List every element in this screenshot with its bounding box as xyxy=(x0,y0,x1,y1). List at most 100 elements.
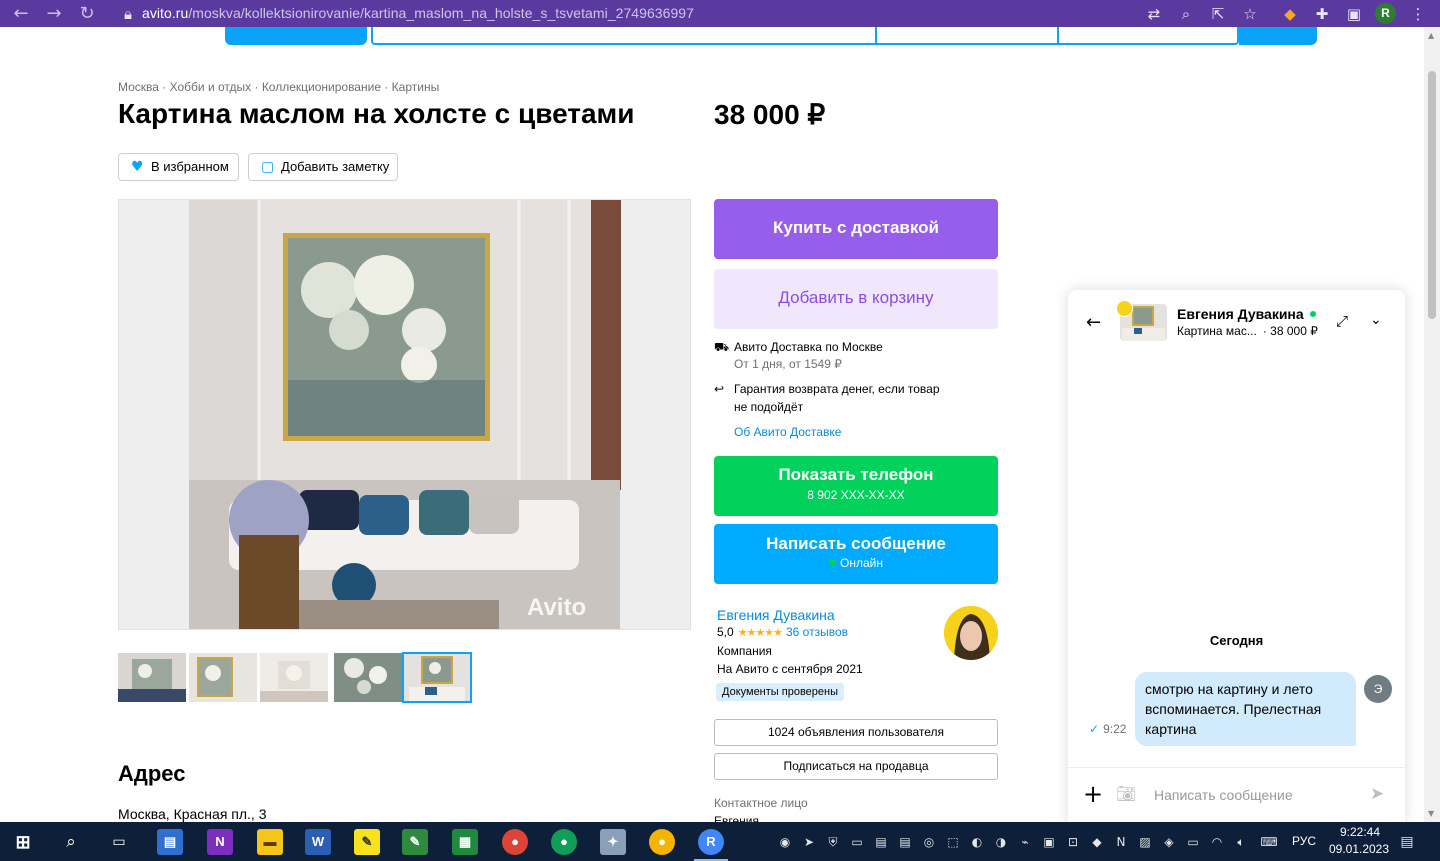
thumbnail[interactable] xyxy=(118,653,186,702)
clock-date[interactable]: 09.01.2023 xyxy=(1328,842,1390,856)
camera-icon[interactable]: 📷︎ xyxy=(1116,784,1136,803)
search-icon[interactable]: ⌕ xyxy=(58,829,84,855)
tray-app-icon[interactable]: ◎ xyxy=(920,833,938,851)
sticky-notes-icon[interactable]: ✎ xyxy=(354,829,380,855)
write-message-button[interactable]: Написать сообщение Онлайн xyxy=(714,524,998,584)
tray-app-icon[interactable]: ◐ xyxy=(968,833,986,851)
chevron-down-icon[interactable]: ⌄ xyxy=(1370,312,1382,328)
tray-usb-icon[interactable]: ⌁ xyxy=(1016,833,1034,851)
add-note-button[interactable]: ▢ Добавить заметку xyxy=(248,153,398,181)
sheets-app-icon[interactable]: ▦ xyxy=(452,829,478,855)
expand-icon[interactable]: ⤢ xyxy=(1336,312,1348,330)
tray-chrome-icon[interactable]: ◉ xyxy=(776,833,794,851)
thumbnail[interactable] xyxy=(334,653,402,702)
bookmark-star-icon[interactable]: ☆ xyxy=(1240,4,1260,24)
lock-icon[interactable]: 🔒︎ xyxy=(118,4,138,24)
tray-notes-icon[interactable]: ▣ xyxy=(1040,833,1058,851)
onenote-app-icon[interactable]: N xyxy=(207,829,233,855)
chrome-active-icon[interactable]: R xyxy=(698,829,724,855)
battery-icon[interactable]: ▭ xyxy=(1184,833,1202,851)
windows-taskbar: ⊞ ⌕ ▭ ▤ N ▬ W ✎ ✎ ▦ ● ● ✦ ● R ◉ ➤ ⛨ ▭ ▤ … xyxy=(0,822,1440,861)
add-to-cart-button[interactable]: Добавить в корзину xyxy=(714,269,998,329)
side-panel-icon[interactable]: ▣ xyxy=(1344,4,1364,24)
tray-telegram-icon[interactable]: ➤ xyxy=(800,833,818,851)
tray-app-icon[interactable]: ◈ xyxy=(1160,833,1178,851)
wifi-icon[interactable]: ◠ xyxy=(1208,833,1226,851)
subscribe-seller-button[interactable]: Подписаться на продавца xyxy=(714,753,998,780)
back-arrow-icon[interactable]: ← xyxy=(1086,312,1101,333)
tray-app-icon[interactable]: ⊡ xyxy=(1064,833,1082,851)
search-divider xyxy=(875,27,877,45)
thumbnail[interactable] xyxy=(260,653,328,702)
scroll-up-icon[interactable]: ▲ xyxy=(1428,31,1434,40)
breadcrumb-item[interactable]: Хобби и отдых xyxy=(170,80,252,94)
zoom-icon[interactable]: ⌕ xyxy=(1176,4,1196,24)
chrome-profile-icon[interactable]: ● xyxy=(551,829,577,855)
word-app-icon[interactable]: W xyxy=(305,829,331,855)
page-scrollbar[interactable]: ▲ ▼ xyxy=(1424,27,1440,822)
seller-listings-button[interactable]: 1024 объявления пользователя xyxy=(714,719,998,746)
tray-app-icon[interactable]: ◑ xyxy=(992,833,1010,851)
breadcrumb-item[interactable]: Москва xyxy=(118,80,159,94)
reload-icon[interactable]: ↻ xyxy=(76,3,98,25)
show-phone-button[interactable]: Показать телефон 8 902 XXX-XX-XX xyxy=(714,456,998,516)
keyboard-icon[interactable]: ⌨ xyxy=(1258,833,1280,851)
favorite-button[interactable]: ♥ В избранном xyxy=(118,153,239,181)
attach-plus-icon[interactable]: + xyxy=(1083,782,1103,806)
message-input[interactable] xyxy=(1154,782,1354,808)
language-indicator[interactable]: РУС xyxy=(1292,834,1316,848)
send-icon[interactable]: ➤ xyxy=(1370,784,1384,804)
documents-verified-badge: Документы проверены xyxy=(716,683,845,701)
thumbnail-strip xyxy=(118,652,478,703)
tray-notes-icon[interactable]: ▤ xyxy=(896,833,914,851)
site-search-input[interactable] xyxy=(371,27,1239,45)
tray-notes-icon[interactable]: ▤ xyxy=(872,833,890,851)
rating-stars-icon: ★★★★★ xyxy=(737,626,783,639)
volume-icon[interactable]: 🔈︎ xyxy=(1232,833,1250,851)
breadcrumb-item[interactable]: Коллекционирование xyxy=(262,80,381,94)
tray-app-icon[interactable]: ▨ xyxy=(1136,833,1154,851)
page-title: Картина маслом на холсте с цветами xyxy=(118,98,635,129)
tray-app-icon[interactable]: ◆ xyxy=(1088,833,1106,851)
tray-shield-icon[interactable]: ⛨ xyxy=(824,833,842,851)
thumbnail-selected[interactable] xyxy=(402,652,472,703)
task-view-icon[interactable]: ▭ xyxy=(106,829,132,855)
scroll-thumb[interactable] xyxy=(1428,71,1436,319)
breadcrumb-item[interactable]: Картины xyxy=(392,80,440,94)
chrome-profile-icon[interactable]: ● xyxy=(502,829,528,855)
tray-snip-icon[interactable]: ⬚ xyxy=(944,833,962,851)
browser-toolbar: ← → ↻ 🔒︎ avito.ru/moskva/kollektsionirov… xyxy=(0,0,1440,27)
all-categories-button[interactable] xyxy=(225,27,367,45)
forward-icon[interactable]: → xyxy=(43,3,65,25)
site-search-button[interactable] xyxy=(1239,27,1317,45)
reviews-link[interactable]: 36 отзывов xyxy=(786,625,848,639)
buy-with-delivery-button[interactable]: Купить с доставкой xyxy=(714,199,998,259)
clock-time[interactable]: 9:22:44 xyxy=(1336,825,1384,839)
app-icon[interactable]: ✦ xyxy=(600,829,626,855)
about-delivery-link[interactable]: Об Авито Доставке xyxy=(734,425,841,439)
main-photo[interactable]: Avito xyxy=(118,199,691,630)
profile-avatar[interactable]: R xyxy=(1375,3,1396,24)
listing-price: 38 000 ₽ xyxy=(714,99,826,130)
translate-icon[interactable]: ⇄ xyxy=(1144,4,1164,24)
file-explorer-icon[interactable]: ▬ xyxy=(257,829,283,855)
editor-app-icon[interactable]: ✎ xyxy=(402,829,428,855)
seller-avatar[interactable] xyxy=(944,606,998,660)
notifications-icon[interactable]: ▤ xyxy=(1398,833,1416,851)
chrome-profile-icon[interactable]: ● xyxy=(649,829,675,855)
thumbnail[interactable] xyxy=(189,653,257,702)
windows-start-icon[interactable]: ⊞ xyxy=(10,829,36,855)
seller-name-link[interactable]: Евгения Дувакина xyxy=(717,607,835,623)
tray-display-icon[interactable]: ▭ xyxy=(848,833,866,851)
extensions-puzzle-icon[interactable]: ✚ xyxy=(1312,4,1332,24)
url-text[interactable]: avito.ru/moskva/kollektsionirovanie/kart… xyxy=(142,5,694,21)
metamask-extension-icon[interactable]: ◆ xyxy=(1280,4,1300,24)
truck-icon: ⛟ xyxy=(714,340,730,354)
menu-dots-icon[interactable]: ⋮ xyxy=(1408,4,1428,24)
scroll-down-icon[interactable]: ▼ xyxy=(1428,809,1434,818)
file-app-icon[interactable]: ▤ xyxy=(157,829,183,855)
tray-onenote-icon[interactable]: N xyxy=(1112,833,1130,851)
share-icon[interactable]: ⇱ xyxy=(1208,4,1228,24)
back-icon[interactable]: ← xyxy=(10,3,32,25)
seller-rating: 5,0 ★★★★★ 36 отзывов xyxy=(717,625,849,639)
